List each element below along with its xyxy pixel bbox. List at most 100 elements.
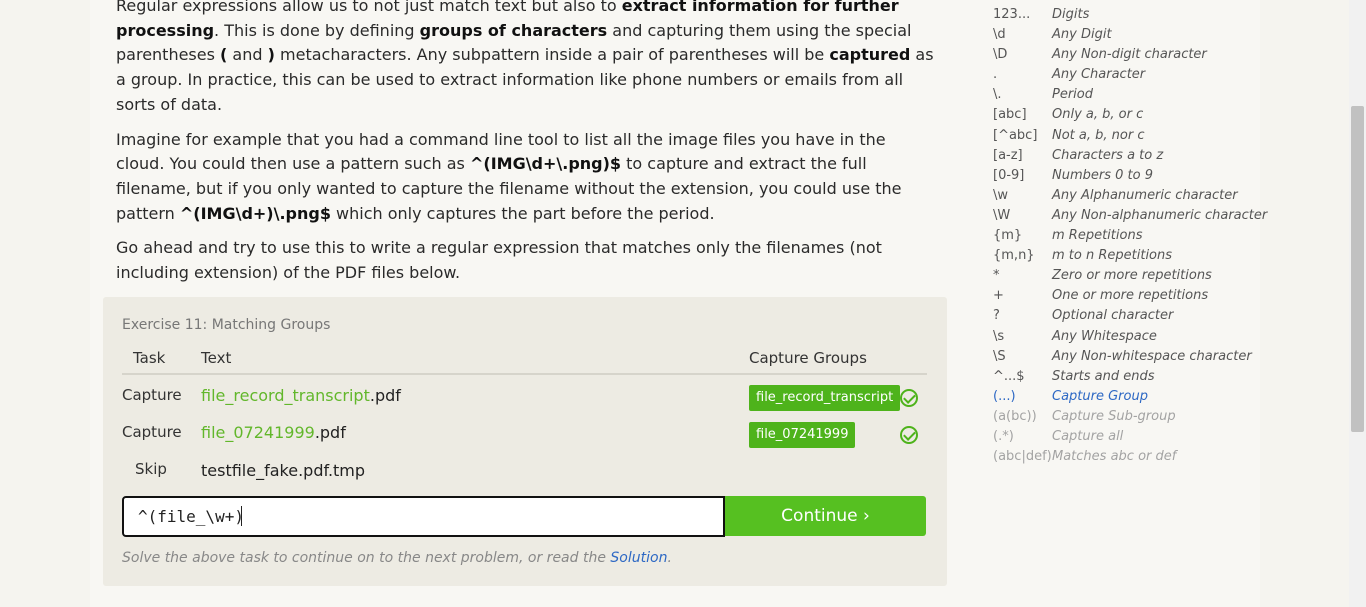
code-pattern: ^(IMG\d+\.png)$ — [469, 154, 622, 174]
cheatsheet-desc: Any Whitespace — [1052, 328, 1157, 344]
cheatsheet-key: [^abc] — [993, 127, 1038, 143]
success-check-icon — [900, 426, 918, 444]
column-header-task: Task — [133, 349, 166, 367]
capture-group-badge: file_07241999 — [749, 422, 856, 448]
unmatched-text: .pdf — [369, 386, 401, 405]
lesson-text: Regular expressions allow us to not just… — [116, 0, 936, 296]
cheatsheet-row: [^abc] Not a, b, nor c — [993, 126, 1263, 146]
task-label: Skip — [135, 460, 167, 478]
success-check-icon — [900, 389, 918, 407]
cheatsheet-desc: One or more repetitions — [1052, 288, 1209, 304]
test-string: file_07241999.pdf — [201, 423, 346, 442]
cheatsheet-key: (...) — [993, 388, 1016, 404]
cheatsheet-desc: Zero or more repetitions — [1052, 268, 1212, 284]
column-header-capture-groups: Capture Groups — [749, 349, 867, 367]
solution-link[interactable]: Solution — [610, 550, 667, 566]
lesson-paragraph-2: Imagine for example that you had a comma… — [116, 128, 936, 227]
cheatsheet-row-upcoming: (a(bc)) Capture Sub-group — [993, 407, 1263, 427]
cheatsheet-row: ? Optional character — [993, 306, 1263, 326]
lesson-paragraph-3: Go ahead and try to use this to write a … — [116, 238, 882, 283]
hint-suffix: . — [667, 550, 672, 566]
text-cursor — [241, 506, 242, 526]
cheatsheet-key: ^...$ — [993, 368, 1025, 384]
cheatsheet-row: * Zero or more repetitions — [993, 266, 1263, 286]
cheatsheet-key: [abc] — [993, 107, 1027, 123]
bold-span: groups of characters — [419, 20, 608, 40]
cheatsheet-desc: Any Digit — [1052, 27, 1112, 43]
cheatsheet-row: {m,n} m to n Repetitions — [993, 246, 1263, 266]
lesson-paragraph-1: Regular expressions allow us to not just… — [116, 0, 936, 118]
cheatsheet-key: [a-z] — [993, 147, 1023, 163]
cheatsheet-desc: Numbers 0 to 9 — [1052, 167, 1153, 183]
cheatsheet-row: \d Any Digit — [993, 25, 1263, 45]
cheatsheet-key: \. — [993, 87, 1002, 103]
cheatsheet-desc: Optional character — [1052, 308, 1174, 324]
cheatsheet-desc: Capture Sub-group — [1052, 408, 1176, 424]
continue-button[interactable]: Continue › — [725, 496, 926, 536]
cheatsheet-key: + — [993, 288, 1004, 304]
text-span: and — [227, 45, 268, 65]
cheatsheet-desc: Any Character — [1052, 67, 1146, 83]
cheatsheet-key: \D — [993, 47, 1008, 63]
text-span: . This is done by defining — [214, 20, 420, 40]
cheatsheet-row: \s Any Whitespace — [993, 327, 1263, 347]
cheatsheet-desc: Not a, b, nor c — [1052, 127, 1145, 143]
cheatsheet-row: ^...$ Starts and ends — [993, 367, 1263, 387]
cheatsheet-row-active: (...) Capture Group — [993, 387, 1263, 407]
capture-group-badge: file_record_transcript — [749, 385, 901, 411]
matched-text: file_07241999 — [201, 423, 315, 442]
cheatsheet-desc: Any Alphanumeric character — [1052, 187, 1238, 203]
cheatsheet-row-upcoming: (abc|def) Matches abc or def — [993, 447, 1263, 467]
cheatsheet-key: \s — [993, 328, 1005, 344]
cheatsheet-key: (.*) — [993, 428, 1014, 444]
cheatsheet-desc: Characters a to z — [1052, 147, 1164, 163]
test-string: testfile_fake.pdf.tmp — [201, 461, 365, 480]
cheatsheet-row: \S Any Non-whitespace character — [993, 347, 1263, 367]
task-label: Capture — [122, 386, 182, 404]
cheatsheet-row-upcoming: (.*) Capture all — [993, 427, 1263, 447]
cheatsheet-row: [a-z] Characters a to z — [993, 146, 1263, 166]
cheatsheet-key: \w — [993, 187, 1009, 203]
cheatsheet-desc: Period — [1052, 87, 1093, 103]
matched-text: file_record_transcript — [201, 386, 370, 405]
code-pattern: ^(IMG\d+)\.png$ — [179, 203, 331, 223]
header-divider — [122, 373, 927, 375]
cheatsheet-row: \D Any Non-digit character — [993, 45, 1263, 65]
cheatsheet-key: \d — [993, 27, 1006, 43]
cheatsheet-row: [abc] Only a, b, or c — [993, 105, 1263, 125]
cheatsheet-desc: m to n Repetitions — [1052, 248, 1173, 264]
cheatsheet-row: \W Any Non-alphanumeric character — [993, 206, 1267, 226]
cheatsheet-key: * — [993, 268, 1000, 284]
cheatsheet-desc: Any Non-whitespace character — [1052, 348, 1252, 364]
cheatsheet-row: 123... Digits — [993, 5, 1263, 25]
task-label: Capture — [122, 423, 182, 441]
bold-span: captured — [829, 45, 911, 65]
cheatsheet-sidebar: 123... Digits \d Any Digit \D Any Non-digit… — [993, 5, 1267, 467]
cheatsheet-row: + One or more repetitions — [993, 286, 1263, 306]
cheatsheet-desc: Digits — [1052, 7, 1090, 22]
text-span: which only captures the part before the … — [330, 203, 715, 223]
cheatsheet-desc: Only a, b, or c — [1052, 107, 1144, 123]
unmatched-text: .pdf — [314, 423, 346, 442]
exercise-title: Exercise 11: Matching Groups — [122, 317, 331, 333]
regex-input[interactable] — [122, 496, 725, 537]
cheatsheet-desc: Capture all — [1052, 428, 1124, 444]
cheatsheet-key: . — [993, 67, 998, 83]
scrollbar-thumb[interactable] — [1351, 106, 1364, 432]
cheatsheet-key: {m,n} — [993, 248, 1035, 264]
cheatsheet-key: \W — [993, 207, 1011, 223]
cheatsheet-row: {m} m Repetitions — [993, 226, 1263, 246]
cheatsheet-desc: Capture Group — [1052, 388, 1148, 404]
exercise-panel: Exercise 11: Matching Groups Task Text C… — [103, 297, 947, 586]
cheatsheet-key: (a(bc)) — [993, 408, 1037, 424]
cheatsheet-key: \S — [993, 348, 1006, 364]
text-span: Regular expressions allow us to not just… — [116, 0, 622, 15]
cheatsheet-row: . Any Character — [993, 65, 1263, 85]
cheatsheet-key: (abc|def) — [993, 449, 1052, 465]
cheatsheet-row: \w Any Alphanumeric character — [993, 186, 1263, 206]
cheatsheet-desc: Matches abc or def — [1052, 449, 1177, 465]
cheatsheet-desc: Any Non-alphanumeric character — [1052, 207, 1268, 223]
cheatsheet-key: 123... — [993, 7, 1031, 22]
hint-prefix: Solve the above task to continue on to t… — [122, 550, 611, 566]
cheatsheet-row: \. Period — [993, 85, 1263, 105]
